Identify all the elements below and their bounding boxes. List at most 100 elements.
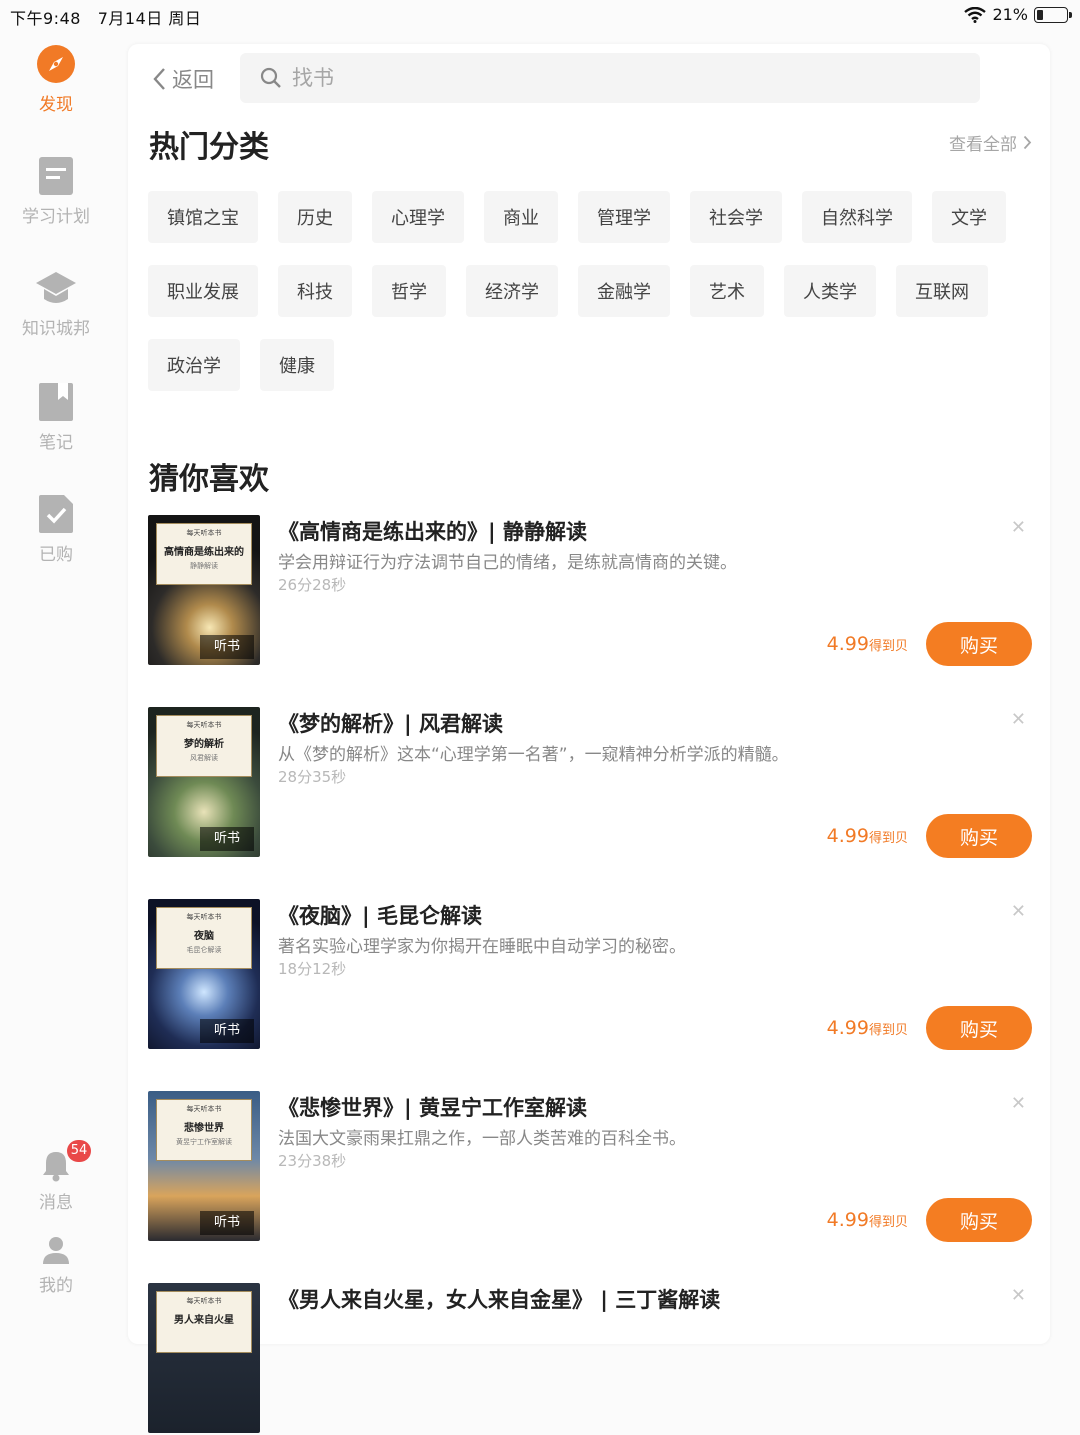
sidebar-item-notes[interactable]: 笔记 bbox=[0, 382, 112, 453]
recommend-title: 猜你喜欢 bbox=[149, 462, 269, 497]
book-item[interactable]: 每天听本书 男人来自火星 《男人来自火星，女人来自金星》 | 三丁酱解读 ✕ bbox=[148, 1283, 1032, 1435]
sidebar-item-label: 笔记 bbox=[39, 433, 73, 453]
sidebar-item-purchased[interactable]: 已购 bbox=[0, 494, 112, 565]
tag-row: 镇馆之宝 历史 心理学 商业 管理学 社会学 自然科学 文学 bbox=[148, 191, 1028, 243]
compass-icon bbox=[37, 45, 75, 83]
battery-percent: 21% bbox=[992, 5, 1028, 24]
book-duration: 26分28秒 bbox=[278, 576, 347, 594]
category-tag[interactable]: 健康 bbox=[260, 339, 334, 391]
dismiss-icon[interactable]: ✕ bbox=[1011, 709, 1026, 730]
sidebar-item-label: 知识城邦 bbox=[22, 319, 90, 339]
hot-categories-title: 热门分类 bbox=[149, 130, 269, 165]
dismiss-icon[interactable]: ✕ bbox=[1011, 1285, 1026, 1306]
book-description: 法国大文豪雨果扛鼎之作，一部人类苦难的百科全书。 bbox=[278, 1129, 686, 1149]
sidebar-item-profile[interactable]: 我的 bbox=[0, 1235, 112, 1296]
book-cover[interactable]: 每天听本书 梦的解析 风君解读 听书 bbox=[148, 707, 260, 857]
sidebar-item-label: 学习计划 bbox=[22, 207, 90, 227]
purchased-check-icon bbox=[39, 495, 73, 533]
sidebar-item-messages[interactable]: 54 消息 bbox=[0, 1140, 112, 1213]
book-duration: 28分35秒 bbox=[278, 768, 347, 786]
category-tag[interactable]: 艺术 bbox=[690, 265, 764, 317]
dismiss-icon[interactable]: ✕ bbox=[1011, 1093, 1026, 1114]
category-tag[interactable]: 心理学 bbox=[372, 191, 464, 243]
buy-button[interactable]: 购买 bbox=[926, 622, 1032, 666]
sidebar-item-study-plan[interactable]: 学习计划 bbox=[0, 156, 112, 227]
book-item[interactable]: 每天听本书 梦的解析 风君解读 听书 《梦的解析》| 风君解读 从《梦的解析》这… bbox=[148, 707, 1032, 859]
book-price: 4.99得到贝 bbox=[826, 1017, 908, 1039]
book-price: 4.99得到贝 bbox=[826, 1209, 908, 1231]
book-duration: 18分12秒 bbox=[278, 960, 347, 978]
wifi-icon bbox=[964, 6, 987, 23]
chevron-right-icon bbox=[1023, 135, 1032, 150]
book-duration: 23分38秒 bbox=[278, 1152, 347, 1170]
book-cover[interactable]: 每天听本书 悲惨世界 黄昱宁工作室解读 听书 bbox=[148, 1091, 260, 1241]
category-tag[interactable]: 金融学 bbox=[578, 265, 670, 317]
see-all-label: 查看全部 bbox=[949, 135, 1017, 155]
sidebar-item-discover[interactable]: 发现 bbox=[0, 44, 112, 115]
category-tag[interactable]: 历史 bbox=[278, 191, 352, 243]
book-title: 《高情商是练出来的》| 静静解读 bbox=[278, 520, 587, 544]
graduation-cap-icon bbox=[36, 272, 76, 303]
back-label: 返回 bbox=[172, 68, 214, 92]
category-tag[interactable]: 自然科学 bbox=[802, 191, 912, 243]
message-count-badge: 54 bbox=[67, 1140, 91, 1162]
tag-row: 职业发展 科技 哲学 经济学 金融学 艺术 人类学 互联网 bbox=[148, 265, 1028, 317]
book-title: 《夜脑》| 毛昆仑解读 bbox=[278, 904, 482, 928]
category-tag[interactable]: 互联网 bbox=[896, 265, 988, 317]
buy-button[interactable]: 购买 bbox=[926, 1198, 1032, 1242]
buy-button[interactable]: 购买 bbox=[926, 1006, 1032, 1050]
battery-icon bbox=[1034, 6, 1072, 23]
book-item[interactable]: 每天听本书 高情商是练出来的 静静解读 听书 《高情商是练出来的》| 静静解读 … bbox=[148, 515, 1032, 667]
tag-row: 政治学 健康 bbox=[148, 339, 1028, 391]
buy-button[interactable]: 购买 bbox=[926, 814, 1032, 858]
book-description: 著名实验心理学家为你揭开在睡眠中自动学习的秘密。 bbox=[278, 937, 686, 957]
see-all-link[interactable]: 查看全部 bbox=[949, 130, 1032, 155]
category-tag[interactable]: 文学 bbox=[932, 191, 1006, 243]
category-tag[interactable]: 科技 bbox=[278, 265, 352, 317]
status-date: 7月14日 周日 bbox=[97, 9, 202, 28]
search-icon bbox=[260, 67, 281, 88]
book-cover[interactable]: 每天听本书 男人来自火星 bbox=[148, 1283, 260, 1433]
chevron-left-icon bbox=[153, 68, 165, 90]
bell-icon bbox=[43, 1152, 69, 1182]
category-tag[interactable]: 人类学 bbox=[784, 265, 876, 317]
category-tag[interactable]: 职业发展 bbox=[148, 265, 258, 317]
user-icon bbox=[43, 1237, 69, 1264]
sidebar-item-label: 消息 bbox=[39, 1193, 73, 1213]
listen-badge: 听书 bbox=[200, 635, 254, 659]
back-button[interactable]: 返回 bbox=[152, 64, 214, 94]
bookmark-icon bbox=[39, 383, 73, 421]
book-description: 学会用辩证行为疗法调节自己的情绪，是练就高情商的关键。 bbox=[278, 553, 737, 573]
category-tag[interactable]: 社会学 bbox=[690, 191, 782, 243]
category-tag[interactable]: 政治学 bbox=[148, 339, 240, 391]
search-bar[interactable] bbox=[240, 53, 980, 103]
listen-badge: 听书 bbox=[200, 1019, 254, 1043]
category-tags: 镇馆之宝 历史 心理学 商业 管理学 社会学 自然科学 文学 职业发展 科技 哲… bbox=[148, 191, 1028, 413]
category-tag[interactable]: 哲学 bbox=[372, 265, 446, 317]
dismiss-icon[interactable]: ✕ bbox=[1011, 901, 1026, 922]
book-cover[interactable]: 每天听本书 夜脑 毛昆仑解读 听书 bbox=[148, 899, 260, 1049]
sidebar-item-label: 已购 bbox=[39, 545, 73, 565]
sidebar-item-label: 我的 bbox=[39, 1276, 73, 1296]
status-bar: 下午9:48 7月14日 周日 21% bbox=[0, 0, 1080, 30]
book-title: 《梦的解析》| 风君解读 bbox=[278, 712, 503, 736]
dismiss-icon[interactable]: ✕ bbox=[1011, 517, 1026, 538]
category-tag[interactable]: 管理学 bbox=[578, 191, 670, 243]
status-time: 下午9:48 bbox=[10, 9, 81, 28]
sidebar-item-label: 发现 bbox=[39, 95, 73, 115]
search-input[interactable] bbox=[292, 66, 892, 90]
category-tag[interactable]: 商业 bbox=[484, 191, 558, 243]
book-cover[interactable]: 每天听本书 高情商是练出来的 静静解读 听书 bbox=[148, 515, 260, 665]
listen-badge: 听书 bbox=[200, 1211, 254, 1235]
book-price: 4.99得到贝 bbox=[826, 825, 908, 847]
book-description: 从《梦的解析》这本“心理学第一名著”，一窥精神分析学派的精髓。 bbox=[278, 745, 789, 765]
category-tag[interactable]: 经济学 bbox=[466, 265, 558, 317]
book-price: 4.99得到贝 bbox=[826, 633, 908, 655]
book-item[interactable]: 每天听本书 夜脑 毛昆仑解读 听书 《夜脑》| 毛昆仑解读 著名实验心理学家为你… bbox=[148, 899, 1032, 1051]
document-icon bbox=[39, 157, 73, 195]
category-tag[interactable]: 镇馆之宝 bbox=[148, 191, 258, 243]
book-item[interactable]: 每天听本书 悲惨世界 黄昱宁工作室解读 听书 《悲惨世界》| 黄昱宁工作室解读 … bbox=[148, 1091, 1032, 1243]
sidebar-item-knowledge-city[interactable]: 知识城邦 bbox=[0, 270, 112, 339]
sidebar-nav: 发现 学习计划 知识城邦 笔记 已购 54 消息 我的 bbox=[0, 30, 112, 1310]
listen-badge: 听书 bbox=[200, 827, 254, 851]
